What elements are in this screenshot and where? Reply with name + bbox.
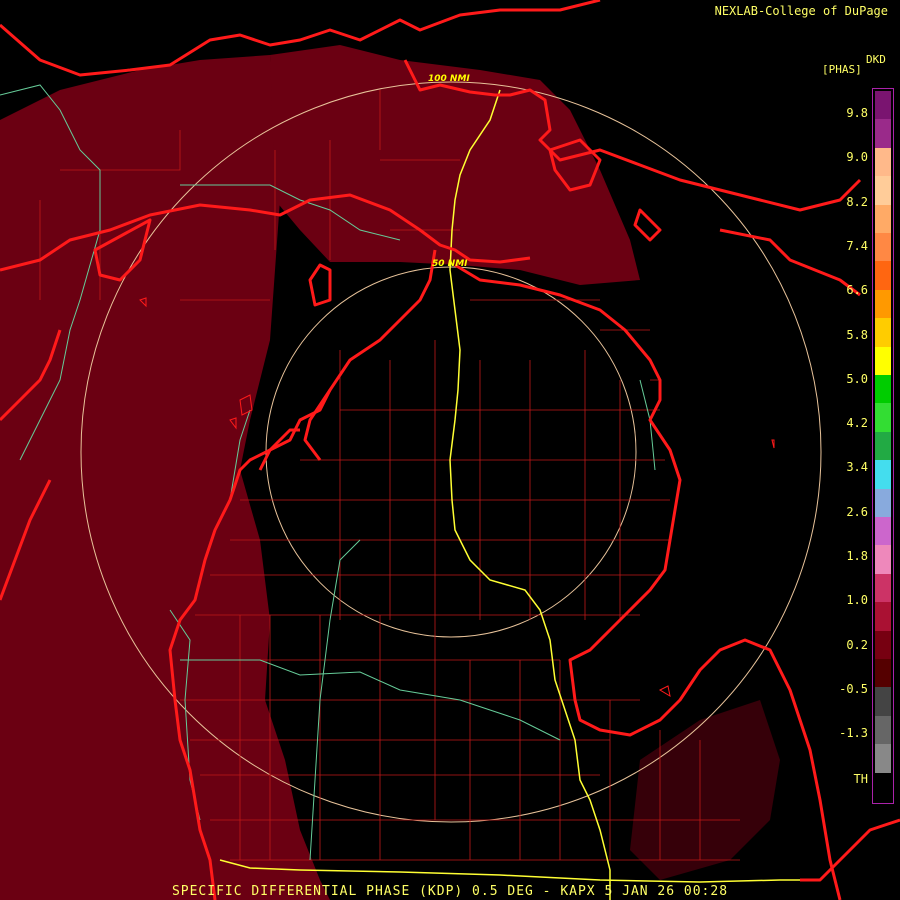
legend-color-swatch	[875, 687, 891, 717]
legend-color-swatch	[875, 545, 891, 575]
legend-tick-label: 1.8	[846, 549, 868, 563]
legend-color-swatch	[875, 346, 891, 376]
legend-tick-label: TH	[853, 772, 868, 786]
radar-map	[0, 0, 900, 900]
legend-tick-label: -0.5	[839, 681, 868, 696]
legend-color-swatch	[875, 488, 891, 518]
legend-color-swatch	[875, 715, 891, 745]
legend-color-swatch	[875, 176, 891, 206]
legend-tick-label: 4.2	[846, 416, 868, 431]
legend-color-swatch	[875, 375, 891, 404]
echo-region-southeast	[630, 700, 780, 880]
legend-color-swatch	[875, 147, 891, 177]
legend-color-swatch	[875, 744, 891, 774]
legend-tick-label: 5.8	[846, 327, 868, 342]
legend-color-swatch	[875, 119, 891, 149]
legend-color-swatch	[875, 261, 891, 291]
legend-color-swatch	[875, 318, 891, 348]
legend-tick-label: 9.0	[846, 150, 868, 165]
legend-color-swatch	[875, 772, 891, 802]
range-ring-label-50: 50 NMI	[432, 259, 468, 269]
legend-color-swatch	[875, 460, 891, 490]
legend-color-swatch	[875, 289, 891, 319]
legend-tick-label: 9.8	[846, 106, 868, 120]
legend-color-swatch	[875, 517, 891, 546]
legend-color-swatch	[875, 630, 891, 660]
color-legend-bar	[872, 88, 894, 804]
product-caption: SPECIFIC DIFFERENTIAL PHASE (KDP) 0.5 DE…	[171, 884, 729, 899]
legend-tick-label: 7.4	[846, 238, 868, 253]
units-label-top: DKD	[866, 53, 886, 66]
legend-color-swatch	[875, 91, 891, 120]
legend-color-swatch	[875, 602, 891, 632]
legend-tick-label: 3.4	[846, 460, 868, 475]
legend-tick-label: 6.6	[846, 283, 868, 298]
legend-tick-label: 8.2	[846, 194, 868, 209]
legend-color-swatch	[875, 659, 891, 688]
legend-color-swatch	[875, 573, 891, 603]
legend-tick-label: -1.3	[839, 726, 868, 741]
legend-tick-label: 0.2	[846, 637, 868, 652]
legend-tick-label: 5.0	[846, 371, 868, 386]
legend-color-swatch	[875, 403, 891, 433]
legend-color-swatch	[875, 204, 891, 234]
legend-color-swatch	[875, 233, 891, 262]
units-label: [PHAS]	[822, 63, 862, 76]
credit-label: NEXLAB-College of DuPage	[714, 4, 888, 18]
legend-tick-label: 2.6	[846, 504, 868, 519]
legend-color-swatch	[875, 431, 891, 461]
range-ring-label-100: 100 NMI	[428, 74, 470, 84]
legend-tick-label: 1.0	[846, 593, 868, 608]
